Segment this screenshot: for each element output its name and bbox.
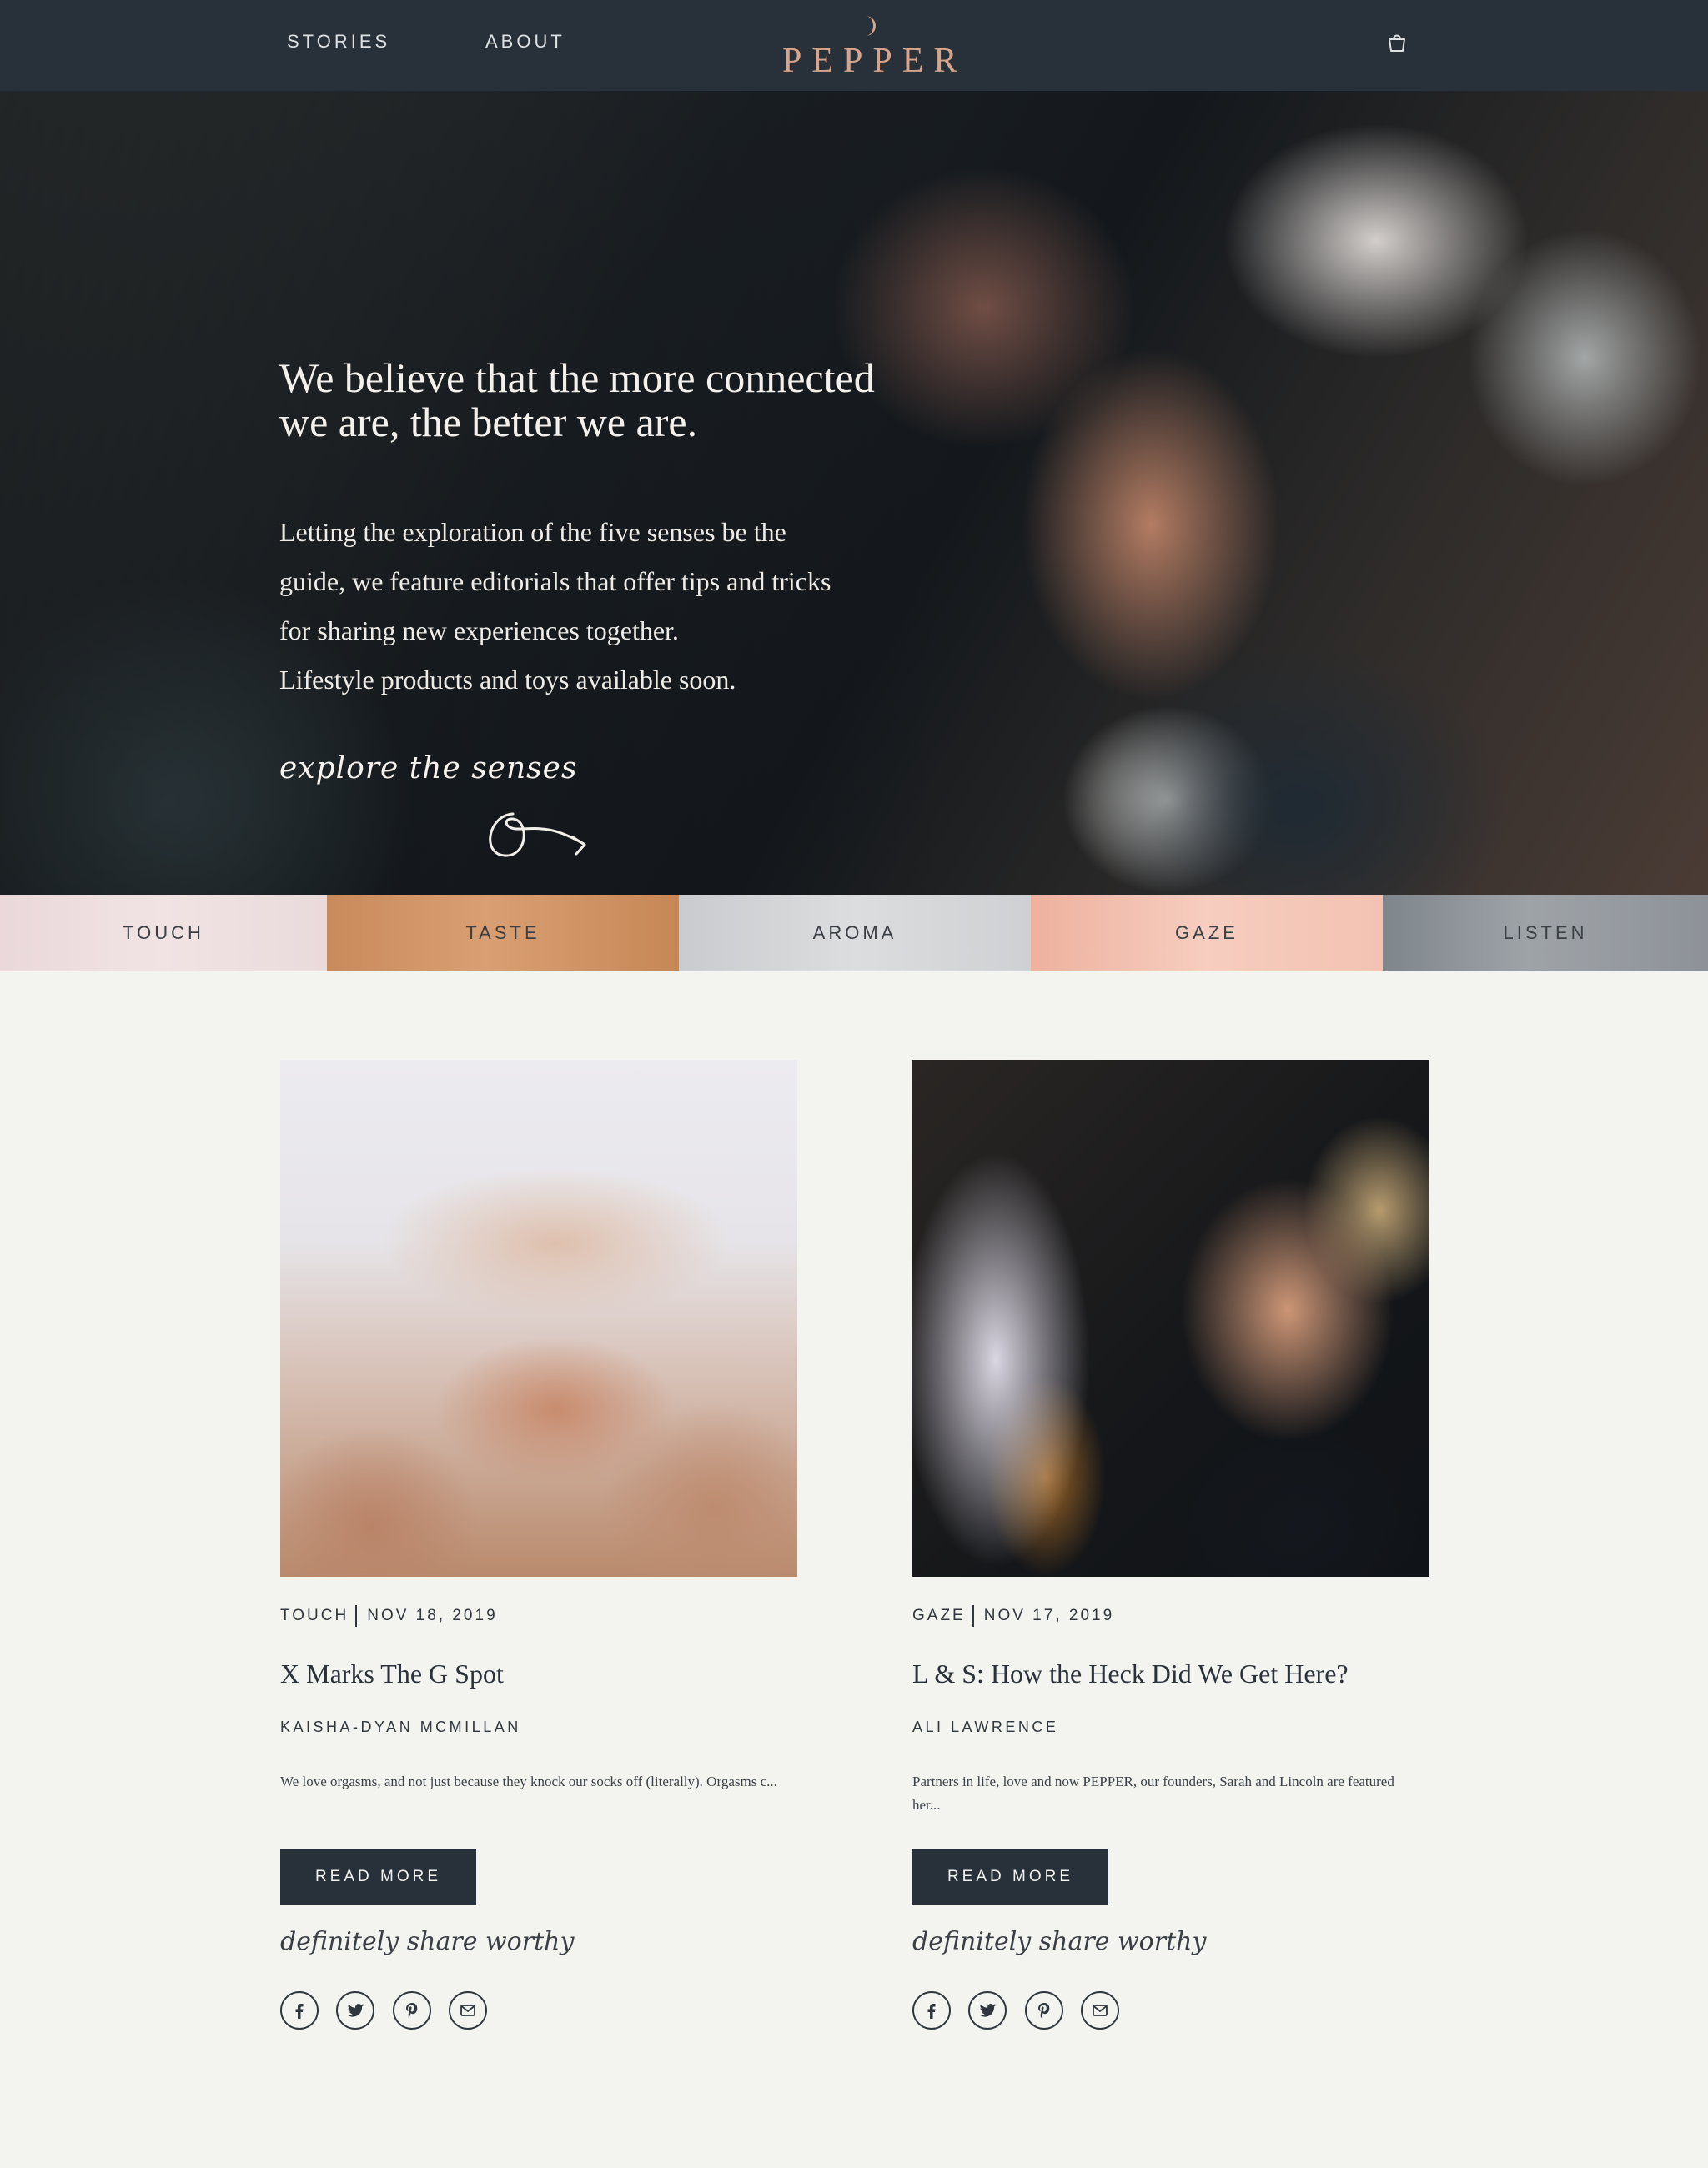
hero-description-line: Letting the exploration of the five sens… bbox=[279, 517, 786, 547]
nav-about-link[interactable]: ABOUT bbox=[485, 30, 565, 53]
share-worthy-label: definitely share worthy bbox=[280, 1927, 575, 1956]
pinterest-icon bbox=[1038, 2003, 1050, 2018]
sense-aroma-link[interactable]: AROMA bbox=[679, 895, 1031, 971]
nav-stories-link[interactable]: STORIES bbox=[287, 30, 390, 53]
article-card: TOUCH NOV 18, 2019 X Marks The G Spot KA… bbox=[280, 1060, 797, 2030]
article-image[interactable] bbox=[912, 1060, 1429, 1577]
explore-senses-link[interactable]: explore the senses bbox=[279, 751, 577, 785]
article-category[interactable]: GAZE bbox=[912, 1607, 966, 1625]
hero-description-line: for sharing new experiences together. bbox=[279, 615, 679, 645]
twitter-share-button[interactable] bbox=[336, 1991, 374, 2030]
email-share-button[interactable] bbox=[1081, 1991, 1119, 2030]
meta-divider bbox=[355, 1605, 358, 1627]
shopping-bag-icon[interactable] bbox=[1386, 32, 1408, 53]
hero-banner: We believe that the more connected we ar… bbox=[0, 91, 1708, 895]
sense-gaze-link[interactable]: GAZE bbox=[1031, 895, 1383, 971]
email-share-button[interactable] bbox=[449, 1991, 487, 2030]
read-more-button[interactable]: READ MORE bbox=[912, 1849, 1108, 1905]
sense-taste-link[interactable]: TASTE bbox=[327, 895, 679, 971]
read-more-button[interactable]: READ MORE bbox=[280, 1849, 476, 1905]
curly-arrow-icon bbox=[489, 812, 586, 857]
meta-divider bbox=[972, 1605, 974, 1627]
sense-touch-link[interactable]: TOUCH bbox=[0, 895, 327, 971]
facebook-icon bbox=[927, 2004, 936, 2019]
article-date: NOV 18, 2019 bbox=[367, 1607, 498, 1624]
hero-description-line: Lifestyle products and toys available so… bbox=[279, 665, 736, 695]
pinterest-icon bbox=[406, 2003, 418, 2018]
article-meta: GAZE NOV 17, 2019 bbox=[912, 1605, 1114, 1627]
article-title[interactable]: X Marks The G Spot bbox=[280, 1657, 797, 1690]
article-category[interactable]: TOUCH bbox=[280, 1607, 349, 1625]
email-icon bbox=[460, 2005, 475, 2016]
article-author: KAISHA-DYAN MCMILLAN bbox=[280, 1719, 521, 1735]
hero-description: Letting the exploration of the five sens… bbox=[279, 508, 897, 705]
top-nav: STORIES ABOUT PEPPER bbox=[0, 0, 1708, 91]
email-icon bbox=[1093, 2005, 1108, 2016]
facebook-share-button[interactable] bbox=[912, 1991, 951, 2030]
pinterest-share-button[interactable] bbox=[1025, 1991, 1063, 2030]
senses-bar: TOUCH TASTE AROMA GAZE LISTEN bbox=[0, 895, 1708, 971]
twitter-icon bbox=[348, 2003, 364, 2017]
facebook-share-button[interactable] bbox=[280, 1991, 319, 2030]
article-card: GAZE NOV 17, 2019 L & S: How the Heck Di… bbox=[912, 1060, 1429, 2030]
article-meta: TOUCH NOV 18, 2019 bbox=[280, 1605, 498, 1627]
pinterest-share-button[interactable] bbox=[393, 1991, 431, 2030]
logo-wordmark: PEPPER bbox=[782, 42, 967, 80]
article-excerpt: We love orgasms, and not just because th… bbox=[280, 1774, 777, 1789]
share-worthy-label: definitely share worthy bbox=[912, 1927, 1207, 1956]
crescent-moon-icon bbox=[866, 16, 876, 36]
article-excerpt: Partners in life, love and now PEPPER, o… bbox=[912, 1774, 1394, 1813]
twitter-icon bbox=[980, 2003, 996, 2017]
pepper-logo[interactable]: PEPPER bbox=[776, 12, 959, 80]
facebook-icon bbox=[295, 2004, 304, 2019]
article-date: NOV 17, 2019 bbox=[983, 1607, 1115, 1624]
sense-listen-link[interactable]: LISTEN bbox=[1383, 895, 1708, 971]
hero-heading: We believe that the more connected we ar… bbox=[279, 354, 875, 445]
article-author: ALI LAWRENCE bbox=[912, 1719, 1059, 1735]
article-title[interactable]: L & S: How the Heck Did We Get Here? bbox=[912, 1657, 1429, 1690]
article-image[interactable] bbox=[280, 1060, 797, 1577]
twitter-share-button[interactable] bbox=[968, 1991, 1007, 2030]
hero-description-line: guide, we feature editorials that offer … bbox=[279, 566, 831, 596]
